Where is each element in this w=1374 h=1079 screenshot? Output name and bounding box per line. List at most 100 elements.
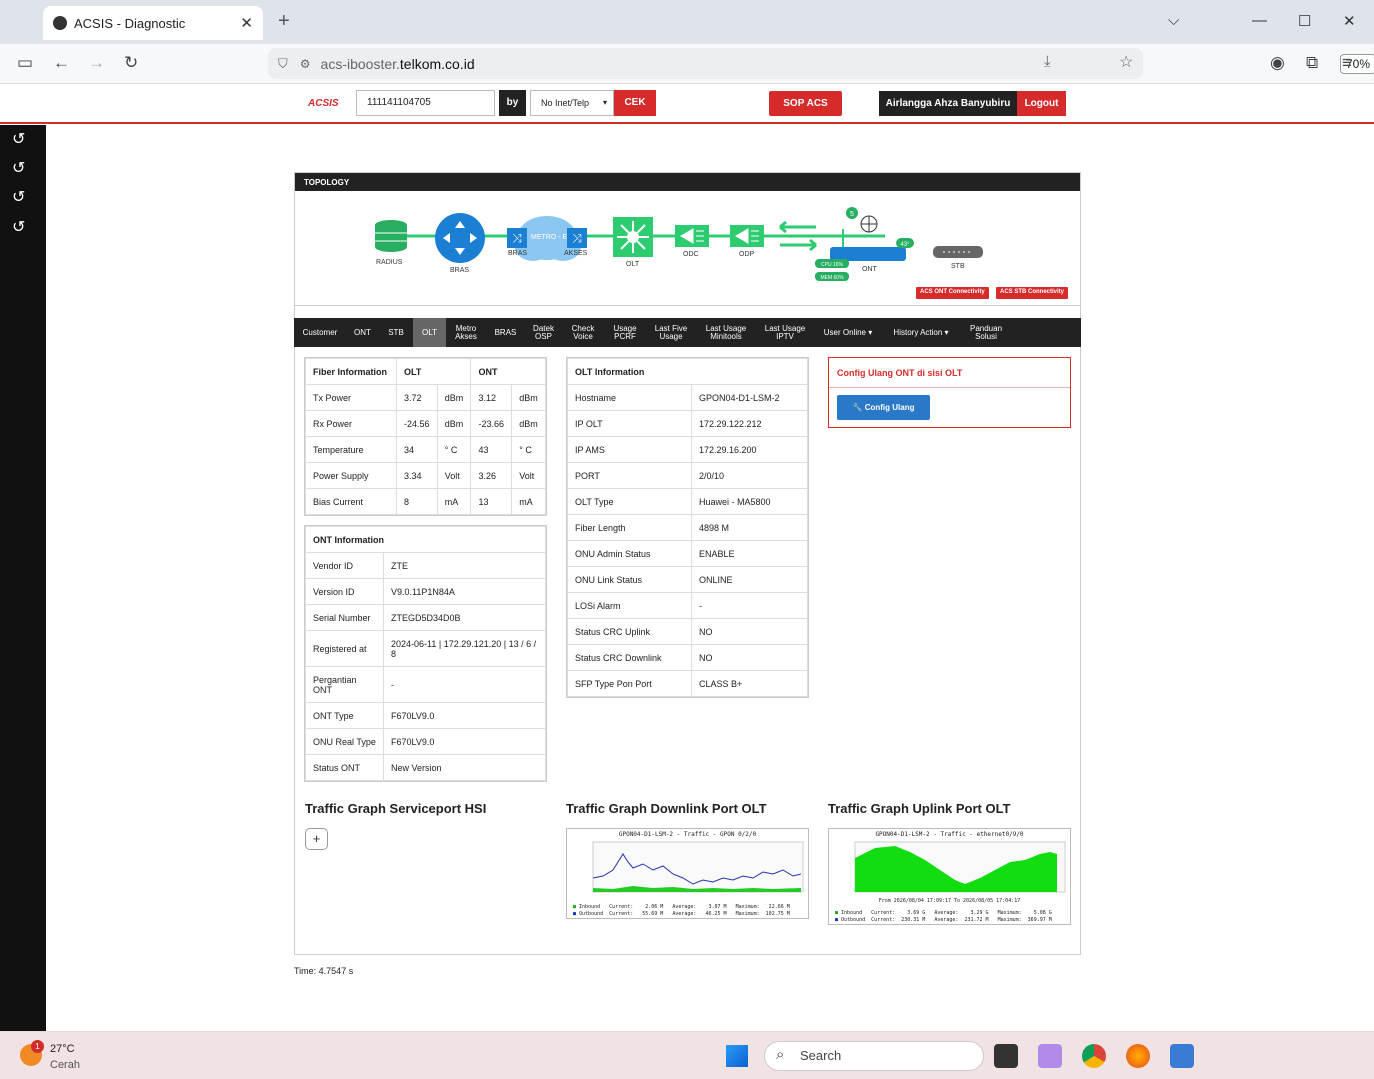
back-icon[interactable]: ←: [53, 53, 70, 73]
acs-stb-connectivity-button[interactable]: ACS STB Connectivity: [996, 287, 1069, 299]
new-tab-icon[interactable]: +: [278, 10, 290, 33]
taskbar-search[interactable]: ⌕ Search: [764, 1041, 984, 1071]
search-input[interactable]: 111141104705: [356, 90, 495, 116]
cell: Power Supply: [305, 462, 397, 489]
tab-olt[interactable]: OLT: [413, 318, 446, 347]
close-tab-icon[interactable]: ✕: [240, 14, 253, 32]
wrench-icon: 🔧: [852, 403, 865, 412]
config-ulang-label: Config Ulang: [864, 403, 915, 412]
table-row: Temperature 34 ° C 43 ° C: [305, 436, 546, 463]
olt-info-table: OLT Information Hostname GPON04-D1-LSM-2 …: [566, 357, 809, 698]
minimize-icon[interactable]: —: [1252, 12, 1267, 29]
undo-icon[interactable]: ↺: [12, 129, 25, 149]
uplink-outbound: Outbound Current: 230.31 M Average: 231.…: [841, 917, 1052, 923]
akses-label: AKSES: [564, 250, 588, 257]
cell: mA: [436, 488, 472, 515]
sop-acs-button[interactable]: SOP ACS: [769, 91, 842, 116]
table-row: Bias Current 8 mA 13 mA: [305, 488, 546, 515]
firefox-icon[interactable]: [1126, 1044, 1150, 1068]
odc-icon[interactable]: [675, 225, 709, 247]
cell: -23.66: [470, 410, 513, 437]
cek-button[interactable]: CEK: [614, 90, 656, 116]
tab-metro-akses[interactable]: Metro Akses: [446, 318, 486, 347]
chrome-icon[interactable]: [1082, 1044, 1106, 1068]
maximize-icon[interactable]: ☐: [1298, 12, 1311, 30]
odp-icon[interactable]: [730, 225, 764, 247]
extensions-icon[interactable]: ⧉: [1306, 53, 1318, 73]
cell: SFP Type Pon Port: [567, 670, 692, 697]
tab-list-icon[interactable]: ⌵: [1168, 12, 1179, 29]
cell: 2024-06-11 | 172.29.121.20 | 13 / 6 / 8: [383, 630, 546, 667]
acs-ont-connectivity-button[interactable]: ACS ONT Connectivity: [916, 287, 989, 299]
undo-icon[interactable]: ↺: [12, 217, 25, 237]
tab-last-five-usage[interactable]: Last Five Usage: [646, 318, 696, 347]
olt-icon[interactable]: [613, 217, 653, 257]
table-row: Pergantian ONT -: [305, 666, 546, 703]
tab-last-usage-iptv[interactable]: Last Usage IPTV: [756, 318, 814, 347]
cell: Rx Power: [305, 410, 397, 437]
stb-icon[interactable]: [933, 246, 983, 258]
uplink-legend: ■ Inbound Current: 3.69 G Average: 3.29 …: [835, 910, 1052, 924]
close-window-icon[interactable]: ✕: [1343, 12, 1356, 30]
tab-bras[interactable]: BRAS: [486, 318, 525, 347]
tab-history-action[interactable]: History Action ▾: [882, 318, 960, 347]
cell: 3.72: [396, 384, 438, 411]
account-icon[interactable]: ◉: [1270, 53, 1285, 73]
forward-icon[interactable]: →: [88, 53, 105, 73]
tab-customer[interactable]: Customer: [294, 318, 346, 347]
table-row: ONT Type F670LV9.0: [305, 702, 546, 729]
radius-icon[interactable]: [375, 220, 407, 252]
menu-icon[interactable]: ≡: [1342, 53, 1352, 73]
task-view-icon[interactable]: [994, 1044, 1018, 1068]
cell: Fiber Length: [567, 514, 692, 541]
cell: Huawei - MA5800: [691, 488, 808, 515]
search-type-select[interactable]: No Inet/Telp: [530, 90, 614, 116]
tab-panduan-solusi[interactable]: Panduan Solusi: [960, 318, 1012, 347]
cell: IP AMS: [567, 436, 692, 463]
cell: Hostname: [567, 384, 692, 411]
cell: IP OLT: [567, 410, 692, 437]
bras-router-icon[interactable]: [435, 213, 485, 263]
tab-stb[interactable]: STB: [379, 318, 413, 347]
brand-logo[interactable]: ACSIS: [308, 98, 339, 109]
ont-icon[interactable]: [830, 215, 906, 261]
sidebar-toggle-icon[interactable]: ▭: [17, 53, 33, 73]
cell: ENABLE: [691, 540, 808, 567]
tab-usage-pcrf[interactable]: Usage PCRF: [604, 318, 646, 347]
download-icon[interactable]: ⤓: [1044, 53, 1051, 70]
tab-user-online[interactable]: User Online ▾: [814, 318, 882, 347]
tab-check-voice[interactable]: Check Voice: [562, 318, 604, 347]
site-settings-icon[interactable]: ⚙: [300, 57, 311, 71]
tab-datek-osp[interactable]: Datek OSP: [525, 318, 562, 347]
undo-icon[interactable]: ↺: [12, 158, 25, 178]
left-sidebar: ↺ ↺ ↺ ↺: [0, 125, 46, 1031]
cell: NO: [691, 618, 808, 645]
address-bar[interactable]: ⛉ ⚙ acs-ibooster. telkom.co.id ⤓ 70% ☆: [268, 48, 1374, 79]
cell: V9.0.11P1N84A: [383, 578, 546, 605]
cell: 34: [396, 436, 438, 463]
table-row: ONU Link Status ONLINE: [567, 566, 808, 593]
notepad-icon[interactable]: [1170, 1044, 1194, 1068]
bookmark-star-icon[interactable]: ☆: [1119, 52, 1133, 72]
browser-tab[interactable]: ACSIS - Diagnostic ✕: [43, 6, 263, 40]
pen-app-icon[interactable]: [1038, 1044, 1062, 1068]
tab-ont[interactable]: ONT: [346, 318, 379, 347]
config-ulang-button[interactable]: 🔧 Config Ulang: [837, 395, 930, 420]
user-name[interactable]: Airlangga Ahza Banyubiru: [879, 91, 1017, 116]
logout-button[interactable]: Logout: [1017, 91, 1066, 116]
tab-last-usage-minitools[interactable]: Last Usage Minitools: [696, 318, 756, 347]
undo-icon[interactable]: ↺: [12, 187, 25, 207]
table-row: Version ID V9.0.11P1N84A: [305, 578, 546, 605]
weather-widget[interactable]: 27°C Cerah: [50, 1041, 80, 1073]
cell: Volt: [511, 462, 546, 489]
cell: New Version: [383, 754, 546, 781]
table-row: Serial Number ZTEGD5D34D0B: [305, 604, 546, 631]
start-icon[interactable]: [726, 1045, 748, 1067]
downlink-inbound: Inbound Current: 2.06 M Average: 3.07 M …: [579, 904, 790, 910]
table-row: IP AMS 172.29.16.200: [567, 436, 808, 463]
add-graph-icon[interactable]: +: [305, 828, 328, 850]
reload-icon[interactable]: ↻: [124, 53, 138, 73]
uplink-range: From 2026/08/04 17:09:17 To 2026/08/05 1…: [878, 898, 1021, 904]
cell: Serial Number: [305, 604, 384, 631]
cell: 3.26: [470, 462, 513, 489]
